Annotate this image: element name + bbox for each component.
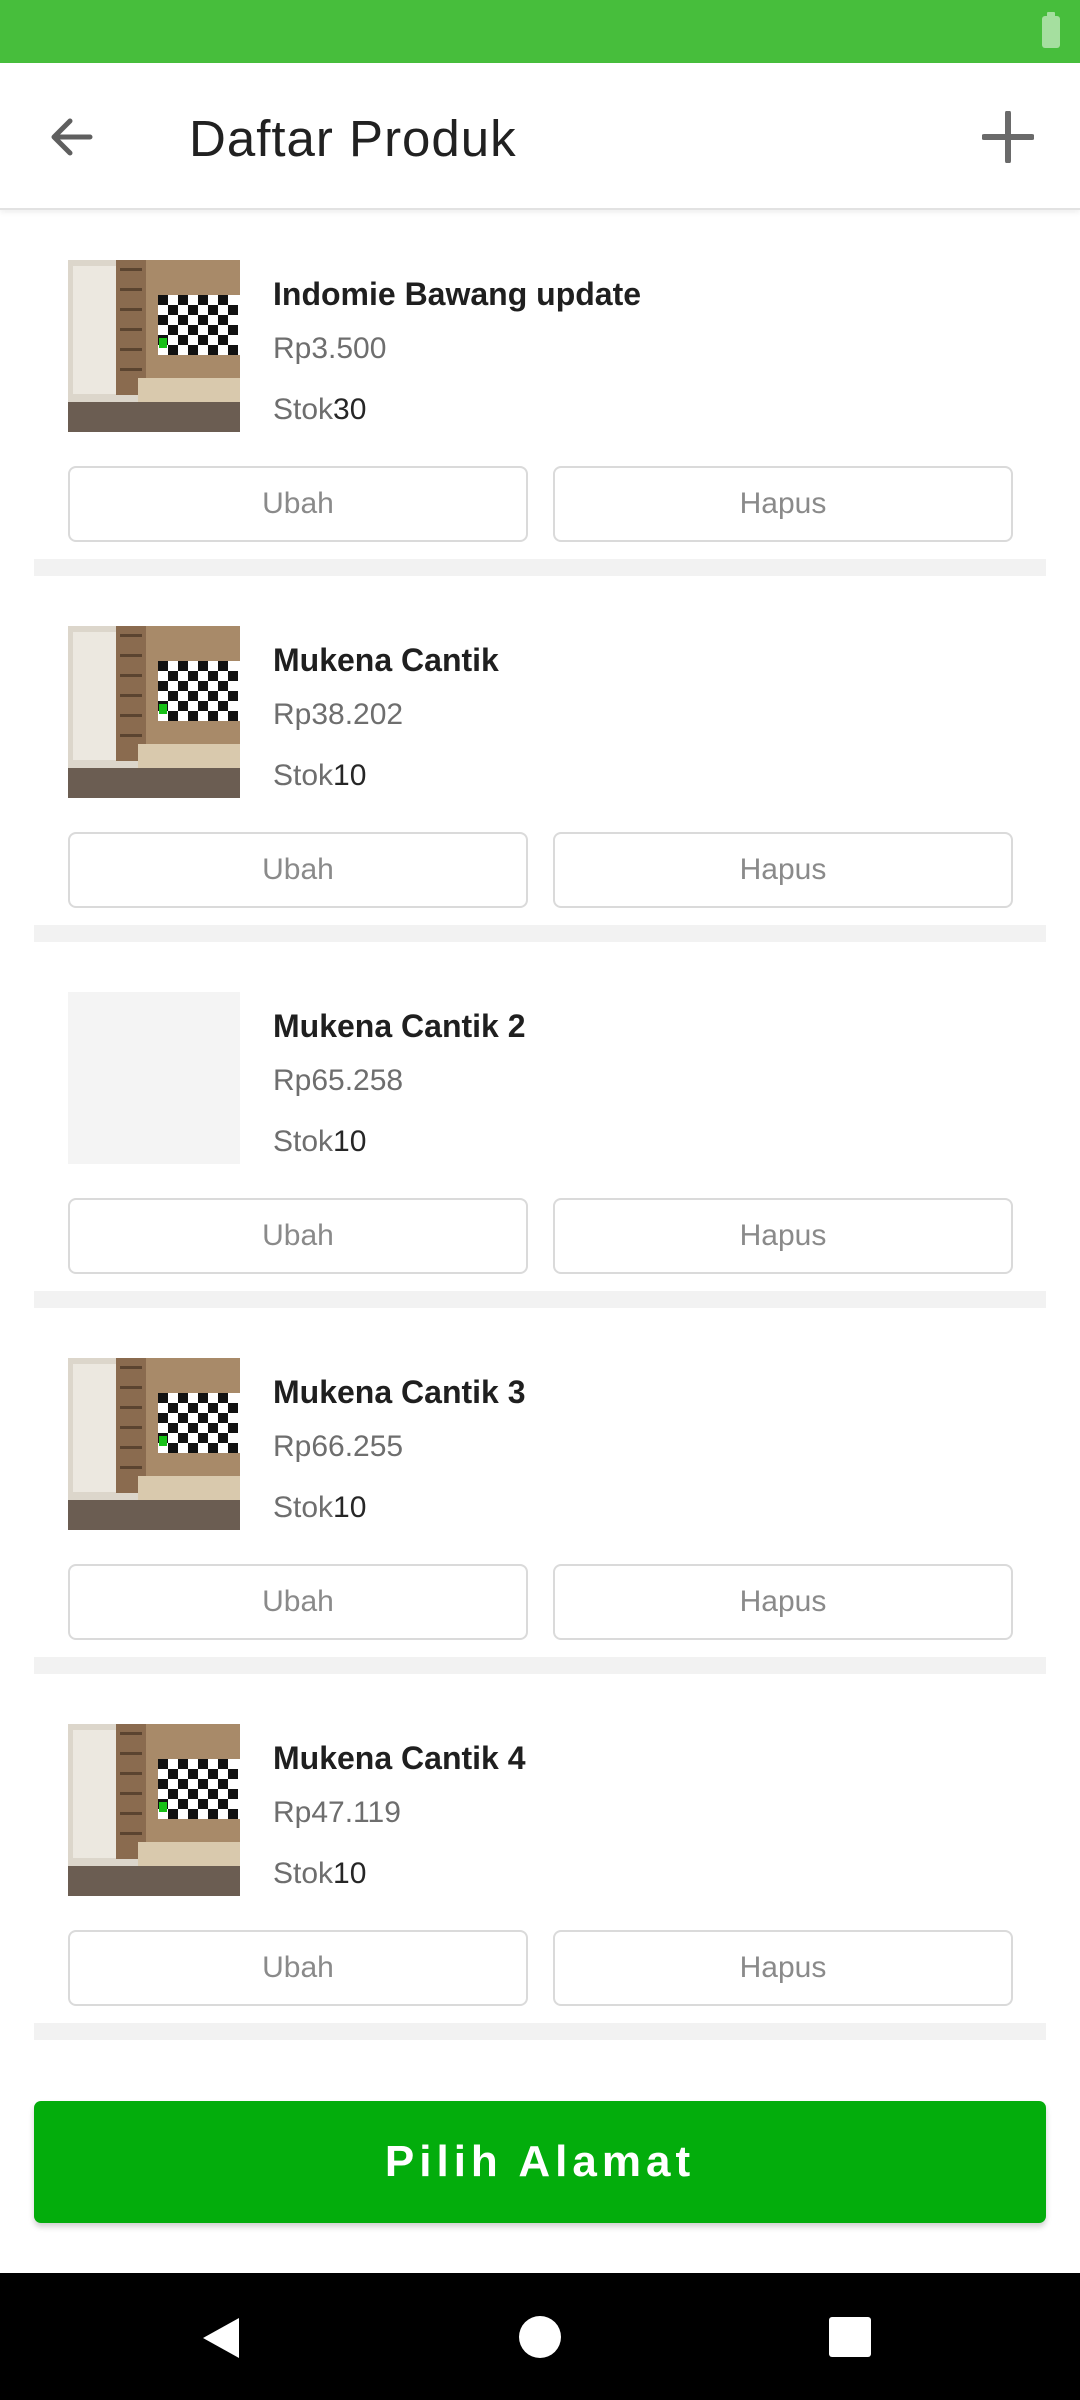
app-bar: Daftar Produk [0,63,1080,210]
product-thumbnail [68,260,240,432]
stock-value: 30 [333,393,367,426]
product-card: Mukena Cantik 4 Rp47.119 Stok10 Ubah Hapus [34,1674,1046,2023]
stock-value: 10 [333,1125,367,1158]
product-name: Mukena Cantik 2 [273,1008,526,1044]
card-divider [34,925,1046,942]
product-thumbnail [68,992,240,1164]
product-name: Mukena Cantik [273,642,499,678]
product-card: Mukena Cantik 3 Rp66.255 Stok10 Ubah Hapus [34,1308,1046,1657]
product-name: Indomie Bawang update [273,276,642,312]
edit-product-button[interactable]: Ubah [68,1198,528,1274]
add-product-button[interactable] [974,103,1042,171]
edit-product-button[interactable]: Ubah [68,832,528,908]
system-nav-bar [0,2273,1080,2400]
status-bar [0,0,1080,63]
nav-recents-square-icon[interactable] [829,2317,871,2357]
nav-home-circle-icon[interactable] [519,2316,561,2358]
delete-product-button[interactable]: Hapus [553,1564,1013,1640]
card-divider [34,1657,1046,1674]
product-price: Rp38.202 [273,698,404,731]
card-divider [34,2023,1046,2040]
delete-product-button[interactable]: Hapus [553,1930,1013,2006]
product-price: Rp65.258 [273,1064,404,1097]
back-button[interactable] [36,101,108,173]
delete-product-button[interactable]: Hapus [553,466,1013,542]
stock-label: Stok [273,759,334,792]
product-card: Mukena Cantik 5StokUbahHapus [34,2040,1046,2067]
product-stock: Stok10 [273,1491,366,1525]
product-price: Rp66.255 [273,1430,404,1463]
edit-product-button[interactable]: Ubah [68,1930,528,2006]
product-card: Indomie Bawang update Rp3.500 Stok30 Ubah Ha… [34,210,1046,559]
product-thumbnail [68,626,240,798]
product-list: Indomie Bawang update Rp3.500 Stok30 Ubah Ha… [34,210,1046,2067]
delete-product-button[interactable]: Hapus [553,832,1013,908]
card-divider [34,559,1046,576]
page-title: Daftar Produk [189,110,517,167]
arrow-left-icon [51,118,93,156]
product-list-viewport[interactable]: Indomie Bawang update Rp3.500 Stok30 Ubah Ha… [0,210,1080,2067]
product-stock: Stok10 [273,1125,366,1159]
product-price: Rp3.500 [273,332,387,365]
edit-product-button[interactable]: Ubah [68,466,528,542]
stock-label: Stok [273,1857,334,1890]
delete-product-button[interactable]: Hapus [553,1198,1013,1274]
choose-address-button[interactable]: Pilih Alamat [34,2101,1046,2223]
product-thumbnail [68,1724,240,1896]
stock-value: 10 [333,1857,367,1890]
stock-label: Stok [273,1125,334,1158]
battery-icon [1042,12,1060,48]
nav-back-triangle-icon[interactable] [199,2315,245,2361]
product-stock: Stok10 [273,1857,366,1891]
product-price: Rp47.119 [273,1796,401,1829]
card-divider [34,1291,1046,1308]
product-stock: Stok10 [273,759,366,793]
product-card: Mukena Cantik 2 Rp65.258 Stok10 Ubah Hapus [34,942,1046,1291]
stock-value: 10 [333,1491,367,1524]
stock-value: 10 [333,759,367,792]
plus-icon [982,111,1034,163]
edit-product-button[interactable]: Ubah [68,1564,528,1640]
product-card: Mukena Cantik Rp38.202 Stok10 Ubah Hapus [34,576,1046,925]
product-name: Mukena Cantik 4 [273,1740,526,1776]
product-thumbnail [68,1358,240,1530]
stock-label: Stok [273,1491,334,1524]
stock-label: Stok [273,393,334,426]
product-name: Mukena Cantik 3 [273,1374,526,1410]
product-stock: Stok30 [273,393,366,427]
